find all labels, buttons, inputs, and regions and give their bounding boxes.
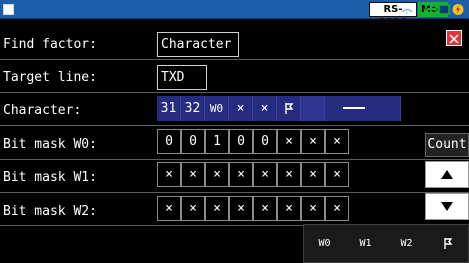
find-factor-select[interactable]: Character [157,32,239,57]
close-button[interactable] [446,30,462,46]
row-divider [0,192,469,193]
bit-mask-w1-cell[interactable]: × [325,162,349,187]
bit-mask-w0-cell[interactable]: 0 [157,129,181,154]
character-cell[interactable]: 32 [181,96,205,121]
bit-mask-w0-cell[interactable]: 0 [229,129,253,154]
flag-icon [284,103,293,114]
down-arrow-button[interactable] [425,193,469,220]
bit-mask-w2-cell[interactable]: × [325,196,349,221]
storage-icon [438,4,450,15]
down-arrow-icon [441,202,453,211]
character-cell[interactable]: 31 [157,96,181,121]
up-arrow-icon [441,170,453,179]
bit-mask-w1-cell[interactable]: × [253,162,277,187]
character-label: Character: [3,103,82,118]
character-cell-flag[interactable] [277,96,301,121]
card-icon [425,4,437,15]
close-icon [449,34,459,44]
input-key-bar: W0 W1 W2 [303,224,469,263]
menu-square-icon[interactable] [3,4,14,15]
bit-mask-w2-cell[interactable]: × [205,196,229,221]
bit-mask-w0-cell[interactable]: 0 [181,129,205,154]
bit-mask-w0-label: Bit mask W0: [3,137,97,152]
bit-mask-w2-cell[interactable]: × [277,196,301,221]
find-factor-label: Find factor: [3,37,97,52]
bit-mask-w0-cell[interactable]: × [325,129,349,154]
character-cell[interactable]: W0 [205,96,229,121]
w2-key[interactable]: W2 [386,225,427,262]
bit-mask-w2-cell[interactable]: × [157,196,181,221]
bit-mask-w1-cell[interactable]: × [277,162,301,187]
flag-icon [443,238,452,249]
text-cursor [343,107,365,109]
bit-mask-w1-cell[interactable]: × [205,162,229,187]
status-bar: RS-232C Mon [0,0,469,28]
w1-key[interactable]: W1 [345,225,386,262]
bit-mask-w0-cell[interactable]: × [301,129,325,154]
flag-key[interactable] [427,225,468,262]
bit-mask-w1-cell[interactable]: × [157,162,181,187]
bit-mask-w2-cell[interactable]: × [229,196,253,221]
signal-icon [401,8,413,15]
row-divider [0,59,469,60]
target-line-label: Target line: [3,70,97,85]
bit-mask-w1-cell[interactable]: × [229,162,253,187]
bit-mask-w1-label: Bit mask W1: [3,170,97,185]
up-arrow-button[interactable] [425,161,469,188]
bit-mask-w1-cell[interactable]: × [301,162,325,187]
bit-mask-w2-cell[interactable]: × [181,196,205,221]
character-cell[interactable] [301,96,325,121]
target-line-select[interactable]: TXD [157,65,207,90]
w0-key[interactable]: W0 [304,225,345,262]
bit-mask-w2-label: Bit mask W2: [3,204,97,219]
row-divider [0,125,469,126]
bit-mask-w0-cell[interactable]: 1 [205,129,229,154]
count-button[interactable]: Count [425,133,469,157]
bit-mask-w1-cell[interactable]: × [181,162,205,187]
character-cell[interactable]: × [253,96,277,121]
power-icon [452,4,464,15]
row-divider [0,92,469,93]
bit-mask-w0-cell[interactable]: × [277,129,301,154]
row-divider [0,159,469,160]
bit-mask-w0-cell[interactable]: 0 [253,129,277,154]
character-cell[interactable]: × [229,96,253,121]
bit-mask-w2-cell[interactable]: × [301,196,325,221]
bit-mask-w2-cell[interactable]: × [253,196,277,221]
